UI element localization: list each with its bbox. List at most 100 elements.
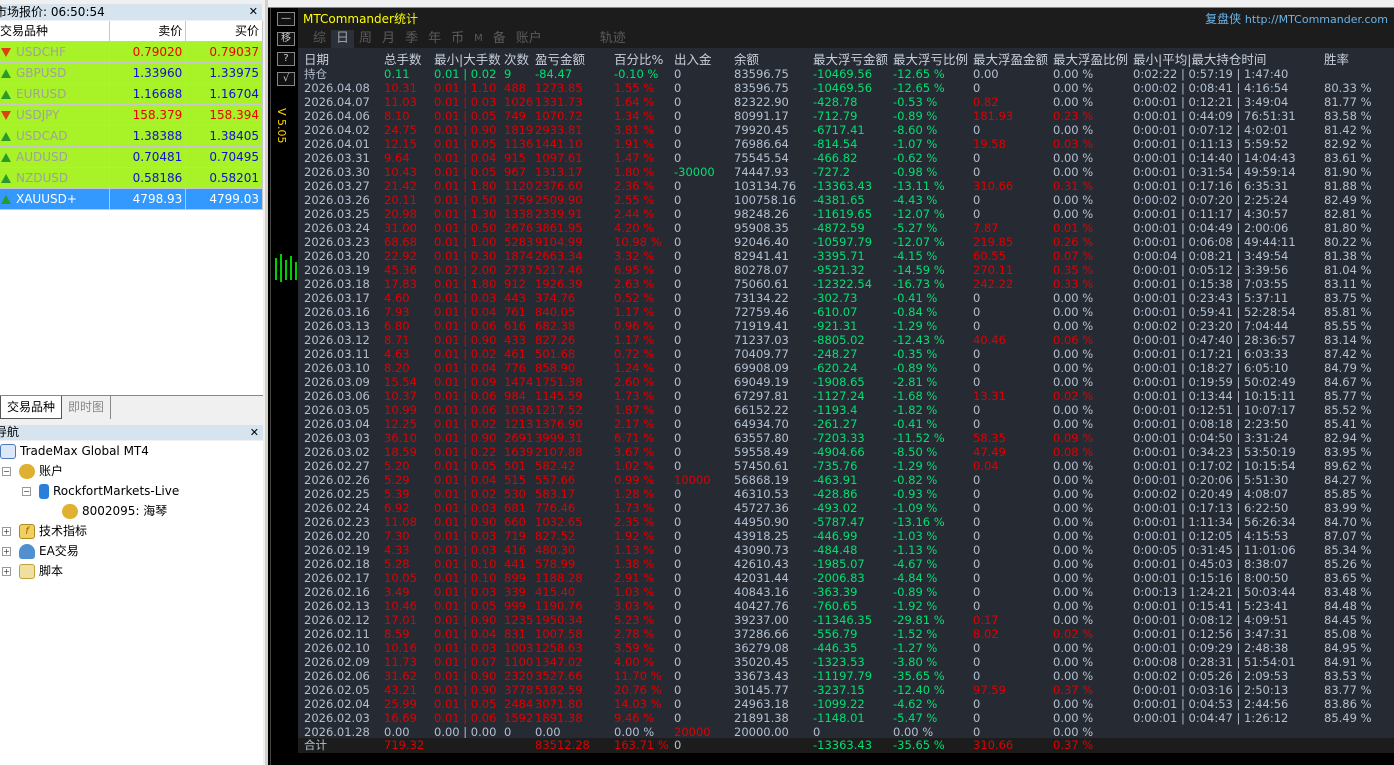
tree-item-scripts[interactable]: + 脚本 bbox=[2, 561, 63, 581]
tab-1[interactable]: 日 bbox=[331, 30, 355, 48]
tree-item-account[interactable]: 8002095: 海琴 bbox=[62, 501, 167, 521]
cell-date: 2026.03.13 bbox=[304, 319, 370, 333]
cell-total-lots: 10.05 bbox=[384, 571, 417, 585]
market-watch-row[interactable]: USDCAD 1.38388 1.38405 bbox=[0, 126, 264, 147]
market-watch-row[interactable]: NZDUSD 0.58186 0.58201 bbox=[0, 168, 264, 189]
cell-hold-time: 0:00:01 | 0:19:59 | 50:02:49 bbox=[1133, 375, 1296, 389]
cell-date: 持仓 bbox=[304, 67, 327, 81]
cell-count: 1338 bbox=[504, 207, 534, 221]
column-header-symbol[interactable]: 交易品种 bbox=[0, 21, 110, 41]
column-header-percent[interactable]: 百分比% bbox=[614, 53, 663, 67]
cell-balance: 42031.44 bbox=[734, 571, 789, 585]
tab-symbols[interactable]: 交易品种 bbox=[0, 396, 63, 419]
version-label: V 5.05 bbox=[275, 108, 288, 144]
cell-max-floating-profit: 0 bbox=[973, 487, 981, 501]
market-watch-row[interactable]: XAUUSD+ 4798.93 4799.03 bbox=[0, 189, 264, 210]
column-header-max-floating-loss[interactable]: 最大浮亏金额 bbox=[813, 53, 888, 67]
cell-total-lots: 3.49 bbox=[384, 585, 410, 599]
market-watch-title-bar[interactable]: 市场报价: 06:50:54 ✕ bbox=[0, 4, 262, 20]
tab-5[interactable]: 年 bbox=[423, 30, 446, 48]
tab-9[interactable]: 账户 bbox=[511, 30, 547, 48]
tree-item-accounts[interactable]: − 账户 bbox=[2, 461, 63, 481]
column-header-max-floating-profit[interactable]: 最大浮盈金额 bbox=[973, 53, 1048, 67]
collapse-icon[interactable]: − bbox=[22, 487, 31, 496]
tab-0[interactable]: 综 bbox=[308, 30, 331, 48]
column-header-total-lots[interactable]: 总手数 bbox=[384, 53, 422, 67]
tree-item-server[interactable]: − RockfortMarkets-Live bbox=[22, 481, 179, 501]
cell-max-floating-loss: -428.78 bbox=[813, 95, 858, 109]
cell-win-rate: 85.08 % bbox=[1324, 627, 1372, 641]
cell-deposit-withdrawal: 0 bbox=[674, 389, 682, 403]
column-header-bid[interactable]: 卖价 bbox=[110, 21, 187, 41]
cell-win-rate: 85.77 % bbox=[1324, 389, 1372, 403]
help-button[interactable]: ? bbox=[277, 52, 295, 66]
cell-deposit-withdrawal: 0 bbox=[674, 249, 682, 263]
column-header-pnl[interactable]: 盈亏金额 bbox=[535, 53, 585, 67]
cell-balance: 67297.81 bbox=[734, 389, 789, 403]
close-icon[interactable]: ✕ bbox=[250, 425, 259, 440]
cell-max-floating-loss: -302.73 bbox=[813, 291, 858, 305]
market-watch-row[interactable]: USDJPY 158.379 158.394 bbox=[0, 105, 264, 126]
tree-item-terminal[interactable]: TradeMax Global MT4 bbox=[0, 441, 149, 461]
tab-2[interactable]: 周 bbox=[354, 30, 377, 48]
expand-icon[interactable]: + bbox=[2, 567, 11, 576]
cell-total-lots: 10.99 bbox=[384, 403, 417, 417]
navigator-title-bar[interactable]: 导航 ✕ bbox=[0, 425, 263, 440]
column-header-max-floating-profit-pct[interactable]: 最大浮盈比例 bbox=[1053, 53, 1128, 67]
cell-min-max-lots: 0.01 | 0.02 bbox=[434, 347, 497, 361]
cell-max-floating-loss: -1127.24 bbox=[813, 389, 865, 403]
close-icon[interactable]: ✕ bbox=[249, 4, 258, 20]
minimize-button[interactable]: — bbox=[277, 12, 295, 26]
move-button[interactable]: 移 bbox=[277, 32, 295, 46]
tab-6[interactable]: 币 bbox=[446, 30, 469, 48]
tab-8[interactable]: 备 bbox=[488, 30, 511, 48]
market-watch-row[interactable]: AUDUSD 0.70481 0.70495 bbox=[0, 147, 264, 168]
column-header-win-rate[interactable]: 胜率 bbox=[1324, 53, 1349, 67]
cell-hold-time: 0:00:01 | 0:12:51 | 10:07:17 bbox=[1133, 403, 1296, 417]
column-header-count[interactable]: 次数 bbox=[504, 53, 529, 67]
column-header-hold-time[interactable]: 最小|平均|最大持仓时间 bbox=[1133, 53, 1266, 67]
column-header-deposit-withdrawal[interactable]: 出入金 bbox=[674, 53, 712, 67]
market-watch-row[interactable]: EURUSD 1.16688 1.16704 bbox=[0, 84, 264, 105]
cell-max-floating-profit-pct: 0.00 % bbox=[1053, 207, 1094, 221]
cell-hold-time: 0:00:01 | 0:04:49 | 2:00:06 bbox=[1133, 221, 1289, 235]
arrow-down-icon bbox=[1, 48, 11, 57]
column-header-max-floating-loss-pct[interactable]: 最大浮亏比例 bbox=[893, 53, 968, 67]
confirm-button[interactable]: √ bbox=[277, 72, 295, 86]
symbol-cell: USDCHF bbox=[0, 42, 110, 62]
tree-item-experts[interactable]: + EA交易 bbox=[2, 541, 79, 561]
cell-min-max-lots: 0.01 | 0.90 bbox=[434, 333, 497, 347]
collapse-icon[interactable]: − bbox=[2, 467, 11, 476]
cell-win-rate: 85.34 % bbox=[1324, 543, 1372, 557]
market-watch-row[interactable]: USDCHF 0.79020 0.79037 bbox=[0, 42, 264, 63]
cell-max-floating-loss-pct: -1.82 % bbox=[893, 403, 938, 417]
cell-deposit-withdrawal: 0 bbox=[674, 403, 682, 417]
table-row: 2026.02.20 7.30 0.01 | 0.03 719 827.52 1.92 %… bbox=[298, 529, 1394, 543]
tab-4[interactable]: 季 bbox=[400, 30, 423, 48]
column-header-min-max-lots[interactable]: 最小|大手数 bbox=[434, 53, 501, 67]
table-row: 2026.02.06 31.62 0.01 | 0.90 2320 3527.66 11.… bbox=[298, 669, 1394, 683]
expand-icon[interactable]: + bbox=[2, 527, 11, 536]
tab-10[interactable]: 轨迹 bbox=[595, 30, 631, 48]
cell-max-floating-loss: -1148.01 bbox=[813, 711, 865, 725]
cell-date: 2026.04.02 bbox=[304, 123, 370, 137]
tab-3[interactable]: 月 bbox=[377, 30, 400, 48]
column-header-ask[interactable]: 买价 bbox=[186, 21, 264, 41]
tree-item-indicators[interactable]: + f 技术指标 bbox=[2, 521, 87, 541]
cell-max-floating-loss-pct: -8.50 % bbox=[893, 445, 938, 459]
cell-max-floating-loss-pct: -13.16 % bbox=[893, 515, 945, 529]
cell-pnl: 1950.34 bbox=[535, 613, 583, 627]
cell-max-floating-profit: 0 bbox=[973, 501, 981, 515]
column-header-balance[interactable]: 余额 bbox=[734, 53, 759, 67]
tab-7[interactable]: M bbox=[469, 30, 488, 48]
cell-deposit-withdrawal: 0 bbox=[674, 375, 682, 389]
bid-price: 4798.93 bbox=[110, 189, 187, 209]
tab-tick-chart[interactable]: 即时图 bbox=[62, 396, 112, 419]
website-link[interactable]: http://MTCommander.com bbox=[1245, 13, 1388, 26]
tree-label: 技术指标 bbox=[39, 524, 88, 538]
cell-win-rate: 89.62 % bbox=[1324, 459, 1372, 473]
cell-date: 2026.02.10 bbox=[304, 641, 370, 655]
expand-icon[interactable]: + bbox=[2, 547, 11, 556]
column-header-date[interactable]: 日期 bbox=[304, 53, 329, 67]
market-watch-row[interactable]: GBPUSD 1.33960 1.33975 bbox=[0, 63, 264, 84]
